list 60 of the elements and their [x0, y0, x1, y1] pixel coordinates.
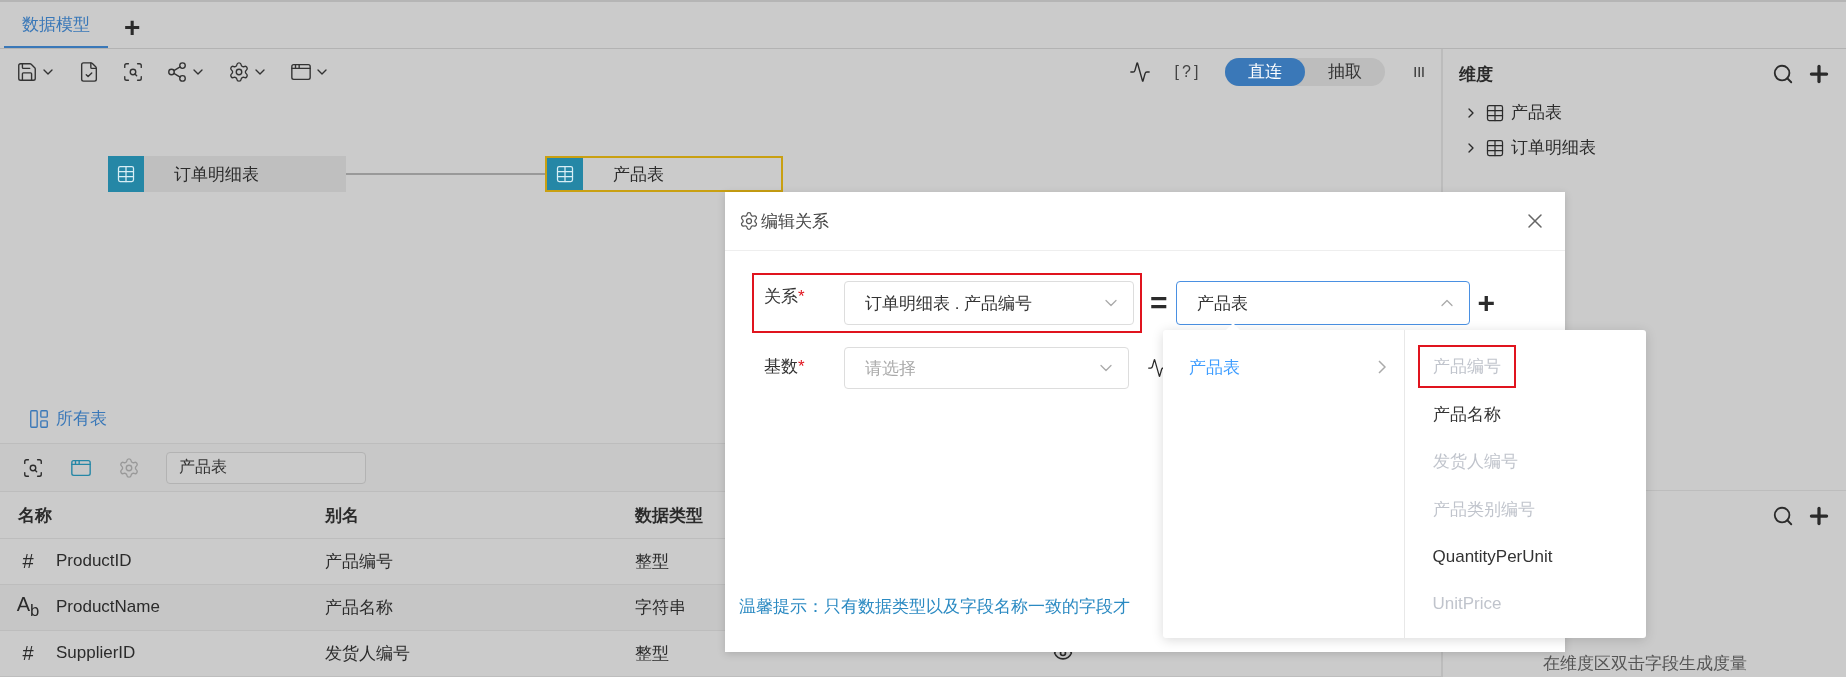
tree-item[interactable]: 订单明细表	[1443, 130, 1846, 165]
help-button[interactable]: [?]	[1174, 62, 1202, 81]
chevron-right-icon	[1377, 360, 1386, 374]
table-cell: SupplierID	[56, 643, 136, 664]
search-icon[interactable]	[122, 60, 144, 83]
add-button[interactable]: +	[1477, 286, 1496, 320]
menu-item[interactable]: 产品名称	[1417, 392, 1516, 436]
table-cell-text: 产品编号	[325, 550, 393, 573]
panel-title: 维度	[1459, 63, 1494, 86]
settings-icon[interactable]	[228, 60, 250, 83]
dialog-title: 编辑关系	[761, 210, 830, 233]
menu-item: 产品编号	[1417, 345, 1516, 389]
column-header: 数据类型	[635, 504, 704, 527]
type-glyph: A$_{b}$	[15, 593, 41, 622]
add-tab-button[interactable]: +	[124, 14, 141, 48]
search-field[interactable]: 产品表	[166, 451, 366, 484]
type-glyph: #	[21, 549, 35, 573]
save-icon[interactable]	[16, 60, 38, 83]
menu-item[interactable]: QuantityPerUnit	[1417, 536, 1568, 577]
columns-button[interactable]: III	[1413, 63, 1425, 80]
table-cell: ProductID	[56, 551, 132, 572]
tree-item[interactable]: 产品表	[1443, 95, 1846, 130]
tree-item-label: 订单明细表	[1511, 137, 1596, 159]
column-header: 名称	[17, 504, 53, 527]
type-glyph: #	[21, 641, 35, 665]
field-label: 基数*	[764, 356, 806, 378]
table-icon	[1485, 137, 1505, 158]
menu-item: UnitPrice	[1431, 593, 1503, 616]
chart-icon[interactable]	[1128, 60, 1151, 83]
table-cell-text: 字符串	[635, 596, 686, 619]
search-icon[interactable]	[1772, 505, 1794, 527]
table-node[interactable]: 订单明细表	[108, 156, 346, 193]
checklist-icon[interactable]	[78, 60, 100, 83]
network-icon[interactable]	[166, 60, 188, 83]
table-cell: ProductName	[56, 597, 160, 618]
table-icon	[1485, 102, 1505, 123]
tip-text: 温馨提示：只有数据类型以及字段名称一致的字段才	[739, 596, 1130, 618]
settings-icon	[739, 211, 759, 231]
select-field[interactable]: 产品表	[1175, 281, 1470, 325]
table-node[interactable]: 产品表	[545, 156, 783, 193]
table-cell-text: 产品名称	[325, 596, 393, 619]
mode-toggle[interactable]: 直连 抽取	[1225, 57, 1386, 86]
table-icon	[555, 164, 575, 185]
mode-option[interactable]: 抽取	[1305, 57, 1386, 86]
field-label: 关系*	[764, 286, 806, 308]
table-icon	[116, 164, 136, 185]
search-icon[interactable]	[1772, 63, 1794, 85]
table-cell-text: 整型	[635, 550, 669, 573]
table-cell-text: 整型	[635, 642, 669, 665]
equals-sign: =	[1150, 286, 1168, 320]
layout-icon[interactable]	[28, 407, 50, 430]
search-icon[interactable]	[22, 456, 44, 479]
select-field[interactable]: 订单明细表 . 产品编号	[844, 281, 1134, 325]
tree-item-label: 产品表	[1511, 102, 1562, 124]
table-cell-text: 发货人编号	[325, 642, 410, 665]
menu-item: 产品类别编号	[1431, 498, 1536, 521]
menu-item: 发货人编号	[1431, 451, 1519, 474]
hint-text: 在维度区双击字段生成度量	[1542, 653, 1747, 675]
mode-option[interactable]: 直连	[1225, 57, 1306, 86]
column-header: 别名	[325, 504, 360, 527]
